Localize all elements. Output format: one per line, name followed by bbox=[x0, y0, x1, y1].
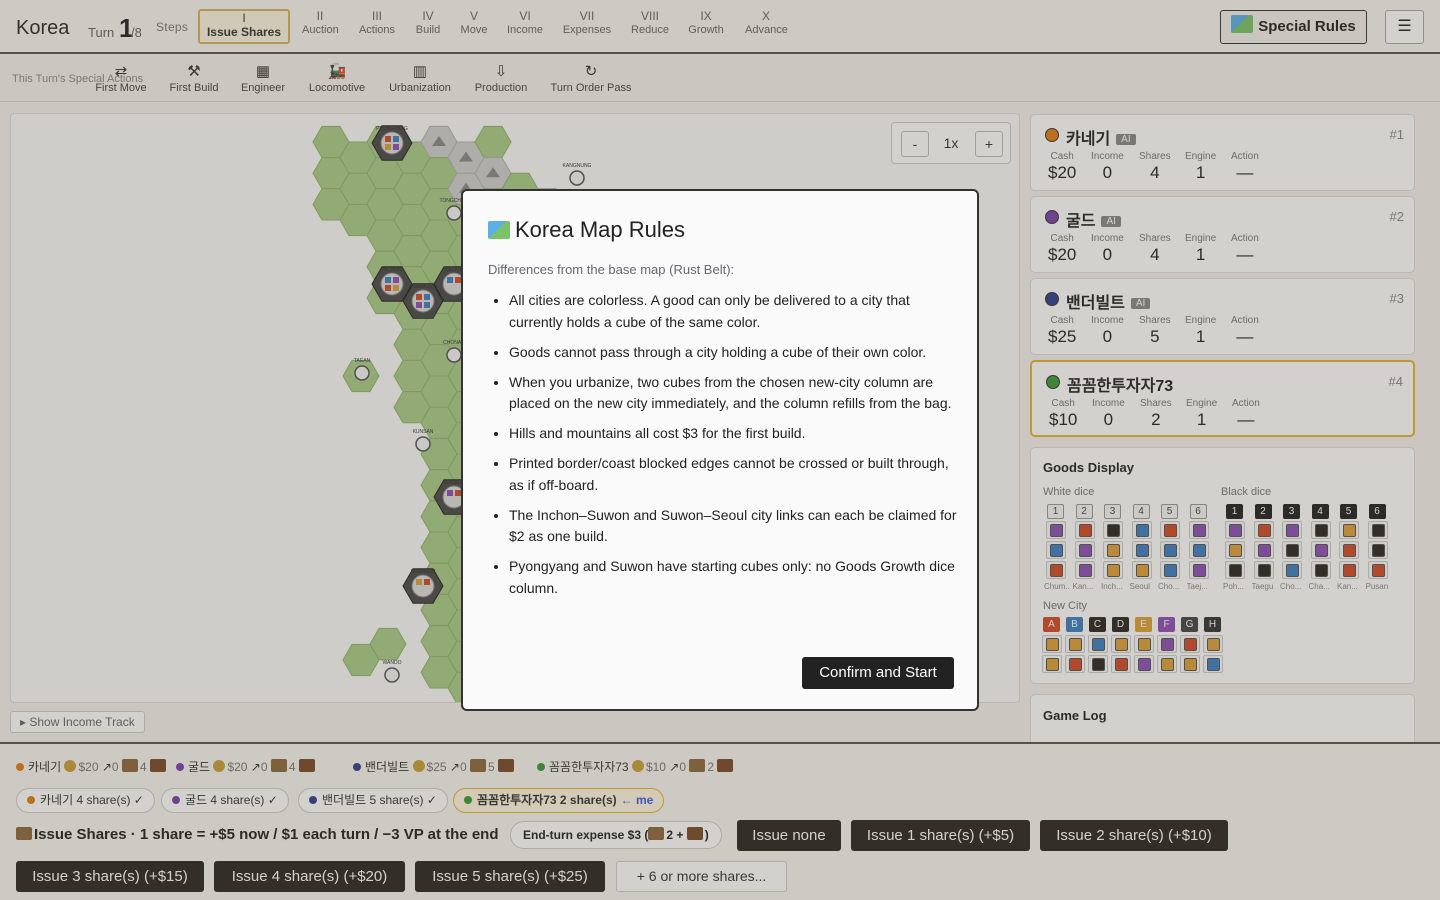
dialog-title-text: Korea Map Rules bbox=[515, 217, 685, 242]
rules-list: All cities are colorless. A good can onl… bbox=[509, 290, 959, 608]
confirm-and-start-button[interactable]: Confirm and Start bbox=[802, 657, 954, 689]
map-rules-dialog: Korea Map Rules Differences from the bas… bbox=[461, 189, 979, 711]
rule-item: Pyongyang and Suwon have starting cubes … bbox=[509, 556, 959, 599]
dialog-intro: Differences from the base map (Rust Belt… bbox=[488, 262, 735, 277]
map-icon bbox=[488, 221, 510, 239]
dialog-title: Korea Map Rules bbox=[488, 217, 685, 243]
rule-item: All cities are colorless. A good can onl… bbox=[509, 290, 959, 333]
rule-item: When you urbanize, two cubes from the ch… bbox=[509, 372, 959, 415]
rule-item: Hills and mountains all cost $3 for the … bbox=[509, 423, 959, 445]
rule-item: Printed border/coast blocked edges canno… bbox=[509, 453, 959, 496]
rule-item: Goods cannot pass through a city holding… bbox=[509, 342, 959, 364]
rule-item: The Inchon–Suwon and Suwon–Seoul city li… bbox=[509, 505, 959, 548]
